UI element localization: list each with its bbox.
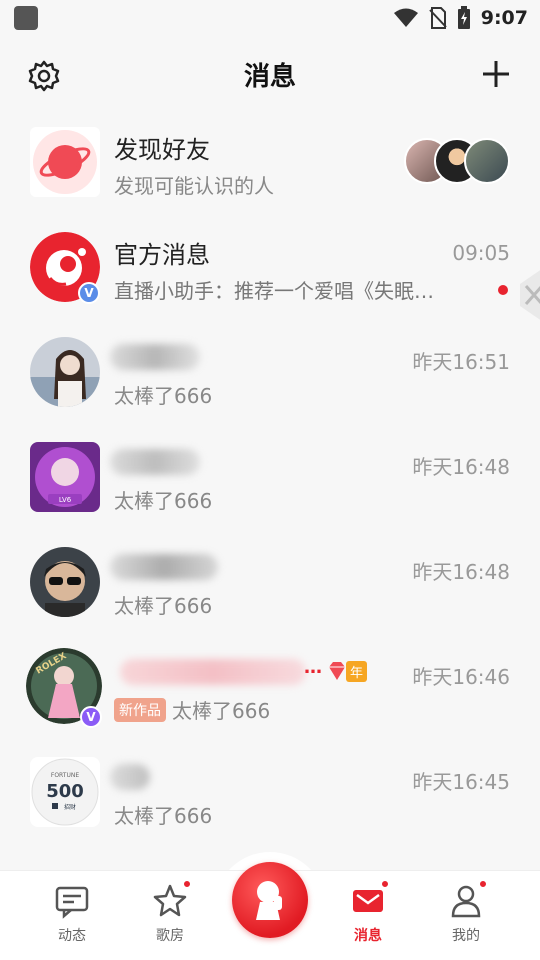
- no-sim-icon: [429, 7, 447, 29]
- row-subtitle: 太棒了666: [114, 594, 213, 618]
- row-time: 09:05: [452, 241, 510, 265]
- row-subtitle: 新作品 太棒了666: [114, 695, 270, 724]
- unread-dot: [498, 285, 508, 295]
- vip-badge: 年: [326, 659, 368, 683]
- nav-label: 我的: [452, 928, 480, 944]
- verified-badge-icon: V: [80, 706, 102, 728]
- verified-badge-icon: V: [78, 282, 100, 304]
- row-time: 昨天16:48: [412, 560, 510, 584]
- nav-unread-dot: [182, 879, 192, 889]
- nav-label: 歌房: [156, 928, 184, 944]
- row-subtitle: 太棒了666: [114, 804, 213, 828]
- plus-icon: [483, 61, 509, 87]
- discover-friends-avatar: [30, 127, 100, 197]
- wifi-icon: [393, 8, 418, 27]
- row-subtitle: 太棒了666: [114, 384, 213, 408]
- row-time: 昨天16:45: [412, 770, 510, 794]
- avatar: [464, 138, 510, 184]
- avatar: [30, 337, 100, 407]
- mic-person-icon: [256, 881, 282, 920]
- name-ellipsis: …: [304, 657, 322, 678]
- avatar: LV6: [30, 442, 100, 512]
- avatar-brand-text: 招财: [64, 803, 76, 811]
- mail-icon: [350, 879, 390, 919]
- row-subtitle: 直播小助手：推荐一个爱唱《失眠…: [114, 279, 434, 303]
- nav-item-feed[interactable]: 动态: [32, 879, 112, 951]
- svg-text:LV6: LV6: [59, 496, 72, 504]
- nav-label: 消息: [354, 928, 382, 944]
- app-notification-icon: [14, 6, 38, 30]
- nav-item-messages[interactable]: 消息: [328, 879, 408, 951]
- center-record-button[interactable]: [232, 862, 308, 938]
- blurred-username: [110, 449, 200, 475]
- nav-unread-dot: [478, 879, 488, 889]
- message-list: 发现好友 发现可能认识的人 V 官方消息 直播小助手：推荐一个爱唱《失眠… 09…: [0, 118, 540, 853]
- battery-charging-icon: [457, 6, 470, 29]
- row-subtitle: 发现可能认识的人: [114, 174, 274, 198]
- nav-unread-dot: [380, 879, 390, 889]
- blurred-username: [110, 554, 218, 580]
- page-title: 消息: [243, 62, 296, 92]
- official-messages-row[interactable]: V 官方消息 直播小助手：推荐一个爱唱《失眠… 09:05: [0, 223, 540, 328]
- blurred-username: [110, 764, 150, 790]
- status-time: 9:07: [480, 7, 528, 29]
- blurred-username: [120, 659, 306, 685]
- new-work-tag: 新作品: [114, 698, 166, 722]
- row-time: 昨天16:46: [412, 665, 510, 689]
- nav-label: 动态: [58, 928, 86, 944]
- nav-item-profile[interactable]: 我的: [426, 879, 506, 951]
- chat-row[interactable]: 太棒了666 昨天16:51: [0, 328, 540, 433]
- avatar-caption-text: FORTUNE: [51, 772, 79, 779]
- feed-icon: [54, 883, 90, 919]
- chat-row[interactable]: ROLEX V … 年 新作品 太棒了666 昨天16:46: [0, 643, 540, 748]
- side-drag-handle[interactable]: [512, 262, 540, 328]
- avatar-number-text: 500: [46, 781, 84, 802]
- row-time: 昨天16:51: [412, 350, 510, 374]
- discover-friends-row[interactable]: 发现好友 发现可能认识的人: [0, 118, 540, 223]
- row-title: 官方消息: [114, 241, 210, 269]
- row-subtitle: 太棒了666: [114, 489, 213, 513]
- nav-item-ktv[interactable]: 歌房: [130, 879, 210, 951]
- star-icon: [152, 879, 192, 919]
- chat-row[interactable]: LV6 太棒了666 昨天16:48: [0, 433, 540, 538]
- vip-year-label: 年: [346, 660, 368, 682]
- add-button[interactable]: [480, 58, 512, 90]
- avatar: [30, 547, 100, 617]
- header: 消息: [0, 44, 540, 104]
- blurred-username: [110, 344, 200, 370]
- profile-icon: [448, 879, 488, 919]
- status-bar: 9:07: [0, 0, 540, 36]
- chat-row[interactable]: FORTUNE 500 招财 太棒了666 昨天16:45: [0, 748, 540, 853]
- row-subtitle-text: 太棒了666: [172, 699, 271, 723]
- row-time: 昨天16:48: [412, 455, 510, 479]
- status-icons: 9:07: [393, 6, 528, 30]
- diamond-icon: [329, 662, 345, 680]
- suggested-friends-avatars: [404, 138, 510, 184]
- row-title: 发现好友: [114, 136, 210, 164]
- planet-icon: [33, 130, 97, 194]
- chat-row[interactable]: 太棒了666 昨天16:48: [0, 538, 540, 643]
- avatar: FORTUNE 500 招财: [30, 757, 100, 827]
